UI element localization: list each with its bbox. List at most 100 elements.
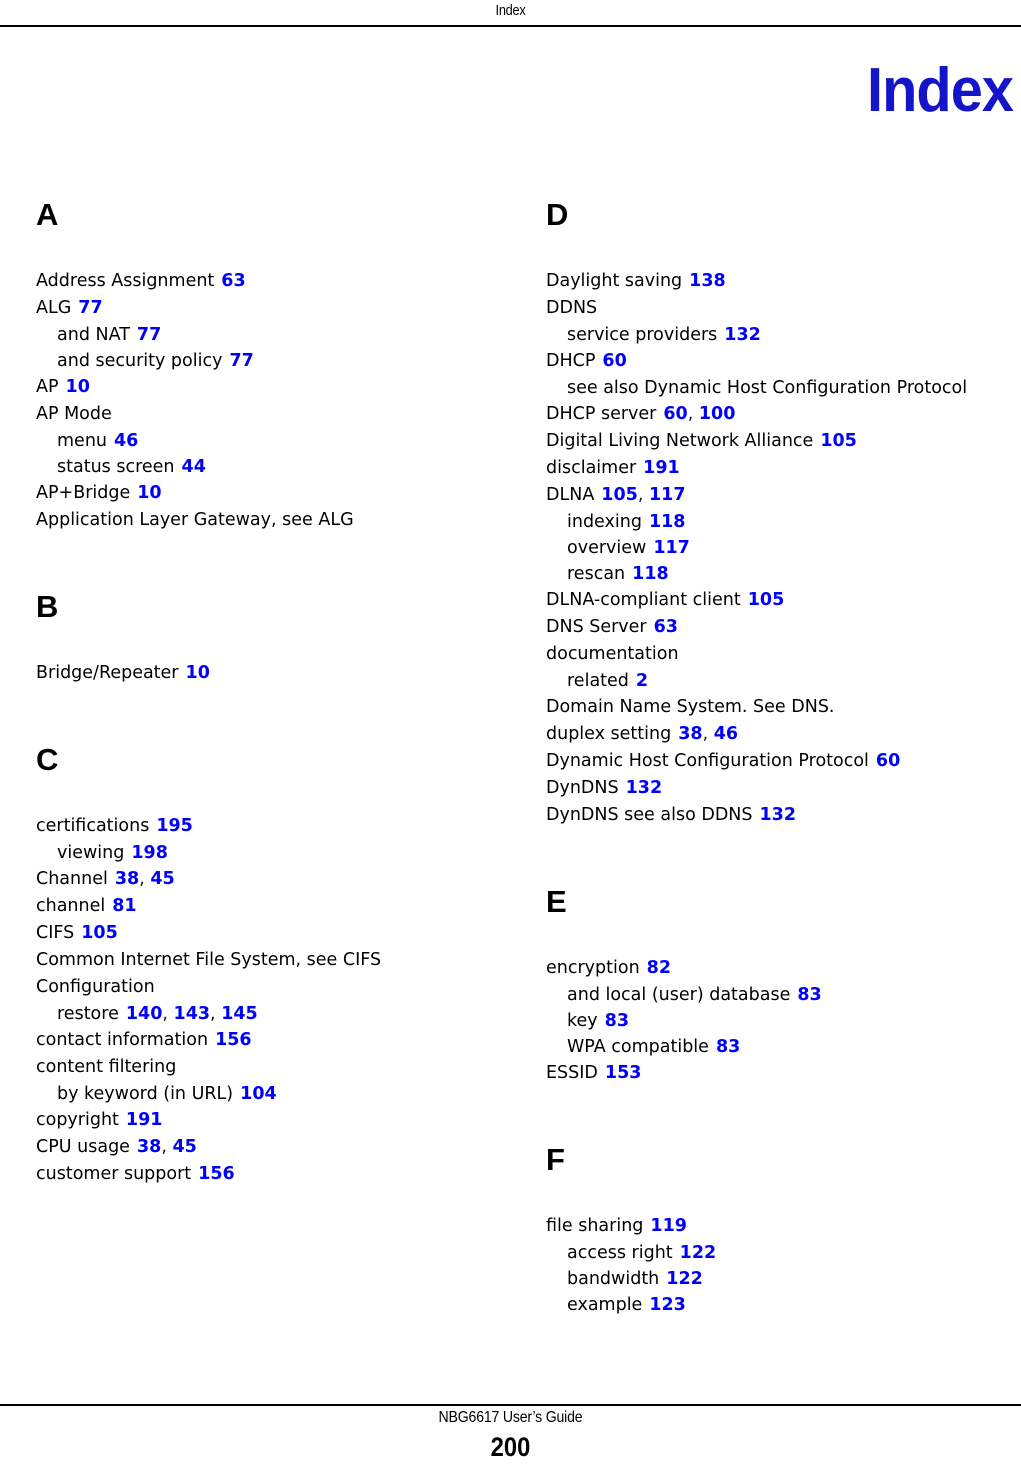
page-reference-list[interactable]: 122 — [666, 1269, 703, 1289]
page-reference-list[interactable]: 117 — [653, 538, 690, 558]
page-reference[interactable]: 132 — [760, 805, 797, 825]
page-reference[interactable]: 122 — [680, 1243, 717, 1263]
page-reference-list[interactable]: 132 — [724, 325, 761, 345]
page-reference[interactable]: 132 — [724, 325, 761, 345]
page-reference-list[interactable]: 195 — [156, 816, 193, 836]
page-reference-list[interactable]: 118 — [632, 564, 669, 584]
page-reference[interactable]: 45 — [172, 1137, 196, 1157]
page-reference[interactable]: 38 — [137, 1137, 161, 1157]
page-reference[interactable]: 156 — [215, 1030, 252, 1050]
page-reference[interactable]: 118 — [649, 512, 686, 532]
page-reference[interactable]: 60 — [663, 404, 687, 424]
page-reference[interactable]: 143 — [174, 1004, 211, 1024]
page-reference[interactable]: 105 — [748, 590, 785, 610]
page-reference-list[interactable]: 83 — [716, 1037, 740, 1057]
page-reference-list[interactable]: 44 — [182, 457, 206, 477]
page-reference-list[interactable]: 140, 143, 145 — [126, 1004, 258, 1024]
page-reference[interactable]: 123 — [649, 1295, 686, 1315]
page-reference-list[interactable]: 2 — [636, 671, 648, 691]
page-reference-list[interactable]: 83 — [605, 1011, 629, 1031]
page-reference-list[interactable]: 119 — [650, 1216, 687, 1236]
page-reference-list[interactable]: 104 — [240, 1084, 277, 1104]
page-reference[interactable]: 119 — [650, 1216, 687, 1236]
page-reference[interactable]: 83 — [605, 1011, 629, 1031]
page-reference-list[interactable]: 77 — [78, 298, 102, 318]
page-reference[interactable]: 191 — [126, 1110, 163, 1130]
page-reference[interactable]: 105 — [820, 431, 857, 451]
page-reference[interactable]: 105 — [601, 485, 638, 505]
page-reference-list[interactable]: 77 — [137, 325, 161, 345]
page-reference[interactable]: 10 — [186, 663, 210, 683]
page-reference-list[interactable]: 123 — [649, 1295, 686, 1315]
page-reference[interactable]: 153 — [605, 1063, 642, 1083]
page-reference-list[interactable]: 10 — [186, 663, 210, 683]
page-reference[interactable]: 132 — [626, 778, 663, 798]
page-reference-list[interactable]: 63 — [654, 617, 678, 637]
page-reference-list[interactable]: 38, 46 — [678, 724, 738, 744]
page-reference[interactable]: 138 — [689, 271, 726, 291]
page-reference-list[interactable]: 63 — [221, 271, 245, 291]
page-reference[interactable]: 191 — [643, 458, 680, 478]
page-reference-list[interactable]: 38, 45 — [137, 1137, 197, 1157]
page-reference[interactable]: 10 — [66, 377, 90, 397]
page-reference[interactable]: 117 — [649, 485, 686, 505]
page-reference-list[interactable]: 105 — [81, 923, 118, 943]
page-reference[interactable]: 83 — [797, 985, 821, 1005]
page-reference[interactable]: 100 — [699, 404, 736, 424]
page-reference[interactable]: 195 — [156, 816, 193, 836]
page-reference-list[interactable]: 105 — [748, 590, 785, 610]
page-reference-list[interactable]: 132 — [626, 778, 663, 798]
page-reference[interactable]: 81 — [112, 896, 136, 916]
page-reference[interactable]: 45 — [150, 869, 174, 889]
page-reference[interactable]: 83 — [716, 1037, 740, 1057]
page-reference-list[interactable]: 82 — [647, 958, 671, 978]
page-reference-list[interactable]: 138 — [689, 271, 726, 291]
page-reference-list[interactable]: 156 — [215, 1030, 252, 1050]
page-reference[interactable]: 38 — [678, 724, 702, 744]
page-reference[interactable]: 140 — [126, 1004, 163, 1024]
page-reference-list[interactable]: 198 — [131, 843, 168, 863]
page-reference-list[interactable]: 122 — [680, 1243, 717, 1263]
page-reference-list[interactable]: 38, 45 — [115, 869, 175, 889]
page-reference[interactable]: 44 — [182, 457, 206, 477]
page-reference-list[interactable]: 10 — [137, 483, 161, 503]
page-reference[interactable]: 63 — [221, 271, 245, 291]
page-reference[interactable]: 117 — [653, 538, 690, 558]
page-reference[interactable]: 77 — [137, 325, 161, 345]
page-reference-list[interactable]: 77 — [229, 351, 253, 371]
index-entry: DHCP server 60, 100 — [546, 401, 996, 428]
page-reference-list[interactable]: 60, 100 — [663, 404, 735, 424]
page-reference[interactable]: 122 — [666, 1269, 703, 1289]
page-reference-list[interactable]: 83 — [797, 985, 821, 1005]
page-reference-list[interactable]: 10 — [66, 377, 90, 397]
page-reference[interactable]: 198 — [131, 843, 168, 863]
page-reference[interactable]: 46 — [114, 431, 138, 451]
page-reference-list[interactable]: 191 — [126, 1110, 163, 1130]
page-reference[interactable]: 156 — [198, 1164, 235, 1184]
page-reference-list[interactable]: 105 — [820, 431, 857, 451]
page-reference-list[interactable]: 60 — [876, 751, 900, 771]
page-reference[interactable]: 105 — [81, 923, 118, 943]
page-reference[interactable]: 145 — [221, 1004, 258, 1024]
page-reference-list[interactable]: 81 — [112, 896, 136, 916]
page-reference[interactable]: 60 — [602, 351, 626, 371]
page-reference-list[interactable]: 105, 117 — [601, 485, 685, 505]
page-reference[interactable]: 104 — [240, 1084, 277, 1104]
page-reference[interactable]: 118 — [632, 564, 669, 584]
page-reference[interactable]: 77 — [229, 351, 253, 371]
page-reference-list[interactable]: 191 — [643, 458, 680, 478]
page-reference[interactable]: 82 — [647, 958, 671, 978]
page-reference[interactable]: 63 — [654, 617, 678, 637]
page-reference-list[interactable]: 153 — [605, 1063, 642, 1083]
page-reference[interactable]: 60 — [876, 751, 900, 771]
page-reference[interactable]: 10 — [137, 483, 161, 503]
page-reference[interactable]: 77 — [78, 298, 102, 318]
page-reference-list[interactable]: 156 — [198, 1164, 235, 1184]
page-reference-list[interactable]: 118 — [649, 512, 686, 532]
page-reference-list[interactable]: 132 — [760, 805, 797, 825]
page-reference[interactable]: 46 — [714, 724, 738, 744]
page-reference[interactable]: 38 — [115, 869, 139, 889]
page-reference[interactable]: 2 — [636, 671, 648, 691]
page-reference-list[interactable]: 60 — [602, 351, 626, 371]
page-reference-list[interactable]: 46 — [114, 431, 138, 451]
